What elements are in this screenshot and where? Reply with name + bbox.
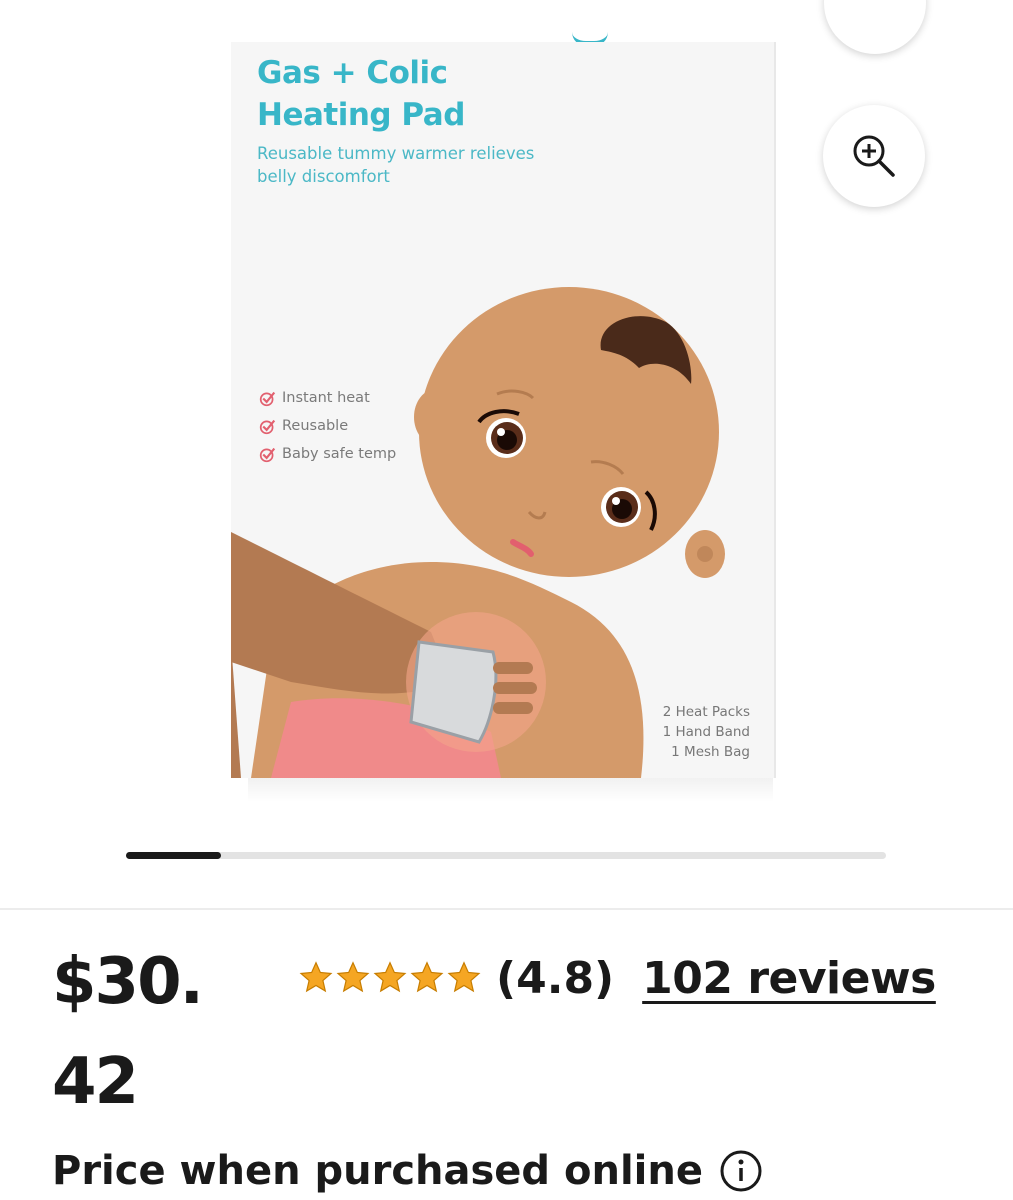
- star-icon: [336, 961, 370, 993]
- feature-label: Instant heat: [282, 390, 370, 406]
- carousel-progress[interactable]: [126, 852, 886, 859]
- feature-item: Baby safe temp: [259, 440, 396, 468]
- share-button[interactable]: [824, 0, 926, 54]
- feature-label: Baby safe temp: [282, 446, 397, 462]
- contents-item: 2 Heat Packs: [662, 704, 750, 720]
- product-price: $30.42: [52, 945, 204, 1119]
- feature-list: Instant heat Reusable Baby safe temp: [259, 384, 396, 468]
- product-image-carousel[interactable]: Gas + Colic Heating Pad Reusable tummy w…: [0, 0, 1013, 908]
- info-icon[interactable]: [719, 1149, 763, 1193]
- feature-item: Reusable: [259, 412, 396, 440]
- price-note-text: Price when purchased online: [52, 1148, 703, 1194]
- rating-value: (4.8): [496, 952, 615, 1004]
- check-circle-icon: [259, 391, 276, 406]
- rating-row[interactable]: (4.8) 102 reviews: [298, 948, 936, 1008]
- carousel-progress-thumb: [126, 852, 221, 859]
- product-image[interactable]: Gas + Colic Heating Pad Reusable tummy w…: [231, 42, 776, 778]
- contents-item: 1 Mesh Bag: [671, 744, 750, 760]
- image-reflection: [248, 778, 773, 802]
- star-icon: [410, 961, 444, 993]
- star-icon: [299, 961, 333, 993]
- star-icon: [447, 961, 481, 993]
- check-circle-icon: [259, 419, 276, 434]
- zoom-in-icon: [853, 135, 895, 177]
- feature-label: Reusable: [282, 418, 349, 434]
- star-icon: [373, 961, 407, 993]
- price-note: Price when purchased online: [52, 1148, 763, 1194]
- reviews-link[interactable]: 102 reviews: [642, 953, 936, 1004]
- product-box-title: Gas + Colic Heating Pad: [257, 55, 465, 133]
- section-divider: [0, 908, 1013, 910]
- feature-item: Instant heat: [259, 384, 396, 412]
- contents-item: 1 Hand Band: [662, 724, 750, 740]
- product-box-subtitle: Reusable tummy warmer relieves belly dis…: [257, 144, 535, 186]
- star-rating: [298, 960, 482, 996]
- check-circle-icon: [259, 447, 276, 462]
- package-contents: 2 Heat Packs 1 Hand Band 1 Mesh Bag: [663, 702, 750, 762]
- zoom-button[interactable]: [823, 105, 925, 207]
